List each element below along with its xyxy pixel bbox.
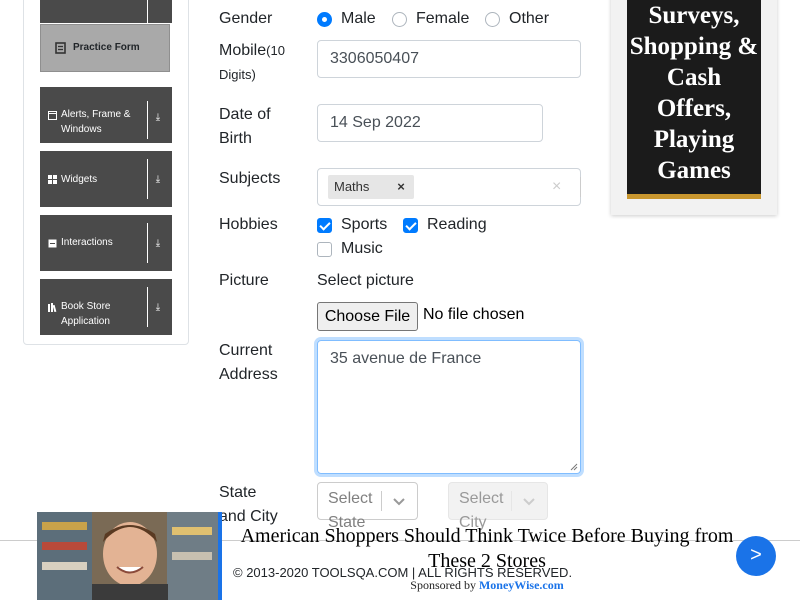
address-label-line2: Address bbox=[219, 366, 278, 383]
group-label: Widgets bbox=[61, 174, 98, 185]
chevron-down-icon[interactable] bbox=[392, 494, 406, 508]
sidebar-item-practice-form[interactable]: Practice Form bbox=[40, 24, 170, 72]
square-icon bbox=[48, 239, 57, 248]
form-icon bbox=[55, 42, 66, 54]
gender-label: Gender bbox=[219, 10, 273, 27]
group-label: Interactions bbox=[61, 237, 113, 248]
mobile-label: Mobile(10 Digits) bbox=[219, 39, 299, 87]
address-label-line1: Current bbox=[219, 342, 273, 359]
group-separator bbox=[147, 0, 148, 23]
ad-photo bbox=[37, 512, 218, 600]
sidebar-group-alerts[interactable]: Alerts, Frame & Windows ⤓ bbox=[40, 87, 172, 143]
hobby-checkbox-sports[interactable] bbox=[317, 218, 332, 233]
select-separator bbox=[381, 491, 382, 511]
hobby-checkbox-music[interactable] bbox=[317, 242, 332, 257]
sidebar-group-interactions[interactable]: Interactions ⤓ bbox=[40, 215, 172, 271]
remove-chip-icon[interactable]: × bbox=[391, 177, 411, 197]
window-icon bbox=[48, 111, 57, 120]
hobby-option-sports[interactable]: Sports bbox=[341, 215, 387, 235]
ad-photo-illustration bbox=[37, 512, 218, 600]
grid-icon bbox=[48, 175, 57, 184]
state-label-line1: State bbox=[219, 484, 257, 501]
chevron-down-icon bbox=[523, 498, 535, 506]
download-icon: ⤓ bbox=[155, 238, 161, 249]
group-separator bbox=[147, 101, 148, 139]
choose-file-button[interactable]: Choose File bbox=[317, 302, 418, 331]
ad-next-arrow-icon[interactable]: > bbox=[736, 536, 776, 576]
gender-radio-male[interactable] bbox=[317, 12, 332, 27]
subjects-label: Subjects bbox=[219, 170, 281, 187]
hobby-option-music[interactable]: Music bbox=[341, 239, 383, 259]
subjects-separator bbox=[580, 177, 581, 197]
download-icon: ⤓ bbox=[155, 174, 161, 185]
address-label: Current Address bbox=[219, 339, 278, 387]
mobile-label-text: Mobile bbox=[219, 42, 267, 59]
picture-label: Picture bbox=[219, 272, 269, 289]
subject-chip-label: Maths bbox=[334, 179, 370, 194]
group-separator bbox=[147, 223, 148, 263]
ad-headline[interactable]: American Shoppers Should Think Twice Bef… bbox=[227, 524, 747, 574]
ad-sponsor-prefix: Sponsored by bbox=[410, 578, 476, 592]
sidebar-group-book-store[interactable]: Book Store Application ⤓ bbox=[40, 279, 172, 335]
dob-label-line2: Birth bbox=[219, 130, 252, 147]
side-ad-text: Surveys, Shopping & Cash Offers, Playing… bbox=[629, 2, 759, 184]
dob-label: Date of Birth bbox=[219, 103, 271, 151]
mobile-input[interactable]: 3306050407 bbox=[317, 40, 581, 78]
clear-icon[interactable]: × bbox=[552, 177, 561, 197]
gender-option-other[interactable]: Other bbox=[509, 9, 549, 29]
download-icon: ⤓ bbox=[155, 112, 161, 123]
ad-accent-bar bbox=[218, 512, 222, 600]
gender-radio-female[interactable] bbox=[392, 12, 407, 27]
current-address-textarea[interactable]: 35 avenue de France bbox=[317, 340, 581, 474]
download-icon: ⤓ bbox=[155, 302, 161, 313]
ad-sponsor: Sponsored by MoneyWise.com bbox=[227, 578, 747, 593]
gender-option-male[interactable]: Male bbox=[341, 9, 376, 29]
sidebar-group-top[interactable] bbox=[40, 0, 172, 23]
file-status: No file chosen bbox=[423, 306, 525, 323]
side-ad-image: Surveys, Shopping & Cash Offers, Playing… bbox=[627, 0, 761, 199]
group-separator bbox=[147, 159, 148, 199]
select-picture-label: Select picture bbox=[317, 272, 414, 289]
subject-chip: Maths × bbox=[328, 175, 414, 199]
address-value: 35 avenue de France bbox=[330, 350, 482, 367]
mobile-value: 3306050407 bbox=[330, 50, 419, 67]
ad-sponsor-name[interactable]: MoneyWise.com bbox=[479, 578, 564, 592]
sidebar: Practice Form Alerts, Frame & Windows ⤓ … bbox=[23, 0, 189, 345]
hobbies-label: Hobbies bbox=[219, 216, 278, 233]
group-separator bbox=[147, 287, 148, 327]
books-icon bbox=[48, 303, 57, 312]
hobby-option-reading[interactable]: Reading bbox=[427, 215, 487, 235]
resize-handle-icon[interactable] bbox=[570, 463, 578, 471]
sidebar-group-widgets[interactable]: Widgets ⤓ bbox=[40, 151, 172, 207]
subjects-input[interactable]: Maths × × bbox=[317, 168, 581, 206]
sidebar-item-label: Practice Form bbox=[73, 42, 140, 53]
dob-label-line1: Date of bbox=[219, 106, 271, 123]
select-separator bbox=[511, 491, 512, 511]
date-of-birth-input[interactable]: 14 Sep 2022 bbox=[317, 104, 543, 142]
group-label: Alerts, Frame & Windows bbox=[61, 109, 131, 135]
bottom-advertisement[interactable]: American Shoppers Should Think Twice Bef… bbox=[37, 512, 776, 600]
gender-radio-other[interactable] bbox=[485, 12, 500, 27]
dob-value: 14 Sep 2022 bbox=[330, 114, 421, 131]
gender-option-female[interactable]: Female bbox=[416, 9, 469, 29]
group-label: Book Store Application bbox=[61, 301, 111, 327]
hobby-checkbox-reading[interactable] bbox=[403, 218, 418, 233]
side-advertisement[interactable]: Surveys, Shopping & Cash Offers, Playing… bbox=[611, 0, 777, 215]
side-ad-strip bbox=[627, 194, 761, 199]
